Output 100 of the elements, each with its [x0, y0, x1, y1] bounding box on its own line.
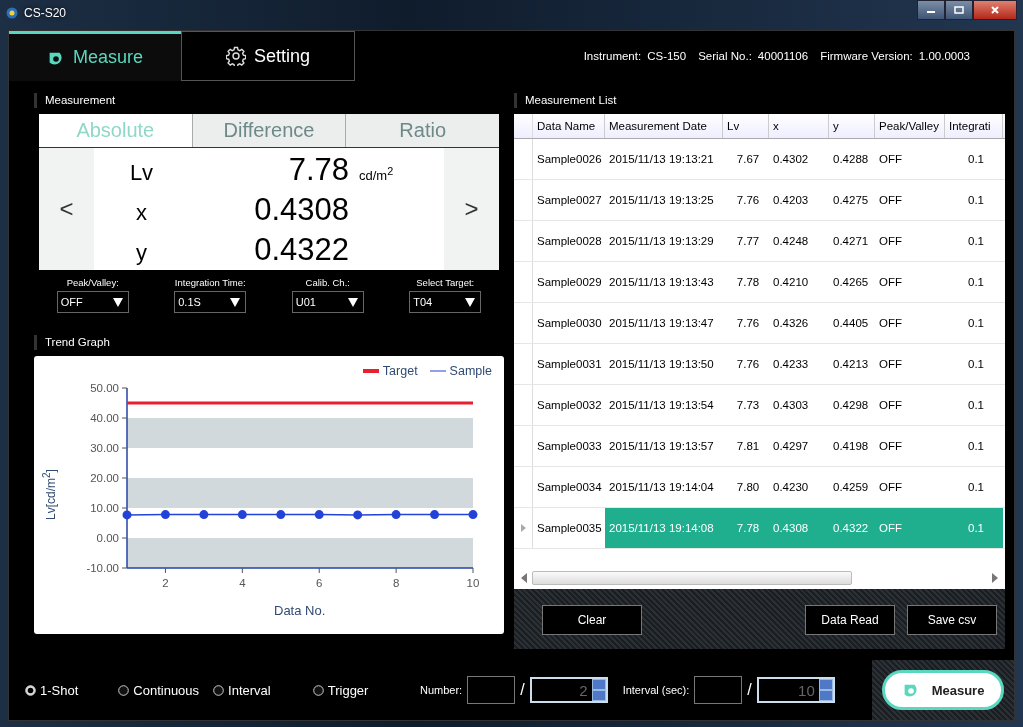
dropdown[interactable]: U01 — [291, 291, 364, 313]
close-icon — [990, 6, 1000, 14]
table-cell-text: Sample0026 — [536, 152, 603, 167]
data-point — [468, 510, 478, 520]
section-title: Measurement List — [514, 93, 617, 108]
number-spinner[interactable]: 10 — [756, 677, 835, 703]
table-cell-text: 0.1 — [967, 193, 985, 208]
table-cell: 7.78 — [723, 508, 769, 548]
x-tick-label: 2 — [162, 577, 169, 589]
scroll-right-icon[interactable] — [991, 573, 999, 583]
table-cell-text: OFF — [878, 234, 903, 249]
table-cell-text: OFF — [878, 275, 903, 290]
table-cell-text: OFF — [878, 193, 903, 208]
maximize-button[interactable] — [945, 0, 973, 20]
close-button[interactable] — [973, 0, 1017, 20]
table-cell-text: Sample0031 — [536, 357, 603, 372]
y-tick-label: -10.00 — [86, 562, 119, 574]
table-cell-text: 0.1 — [967, 152, 985, 167]
action-button[interactable]: Data Read — [805, 605, 895, 635]
legend-label: Sample — [449, 364, 492, 378]
column-header[interactable]: Measurement Date — [605, 114, 723, 138]
radio-option[interactable]: 1-Shot — [25, 682, 79, 698]
caret-icon — [230, 297, 241, 307]
table-cell-text: 2015/11/13 19:13:54 — [608, 398, 715, 413]
minimize-button[interactable] — [917, 0, 945, 20]
table-cell-text: 7.80 — [735, 480, 761, 495]
y-tick-label: 20.00 — [90, 472, 119, 484]
scroll-left-icon[interactable] — [520, 573, 528, 583]
number-spinner[interactable]: 2 — [529, 677, 608, 703]
data-point — [122, 510, 132, 520]
table-cell-text: 2015/11/13 19:13:25 — [608, 193, 715, 208]
field-label: Interval (sec): — [622, 684, 690, 696]
table-cell-text: 0.4326 — [772, 316, 810, 331]
info-value: 40001106 — [757, 50, 809, 62]
unit-label: cd/m$^{2}$ — [359, 168, 394, 183]
table-cell-text: OFF — [878, 480, 903, 495]
radio-option[interactable]: Trigger — [312, 682, 369, 698]
info-value: 1.00.0003 — [918, 50, 970, 62]
table-cell-text: OFF — [878, 152, 903, 167]
dropdown[interactable]: 0.1S — [174, 291, 247, 313]
table-cell-text: 0.4203 — [772, 193, 810, 208]
table-cell-text: 0.4210 — [772, 275, 810, 290]
table-cell-text: 0.1 — [967, 234, 985, 249]
row-pointer-icon — [520, 524, 526, 532]
radio-option[interactable]: Interval — [213, 682, 271, 698]
table-cell-text: 7.76 — [735, 357, 761, 372]
measure-button[interactable]: Measure — [882, 670, 1004, 710]
table-cell-text: 0.1 — [967, 316, 985, 331]
x-tick-label: 10 — [466, 577, 480, 589]
table-cell-text: 0.4265 — [832, 275, 870, 290]
input-field[interactable] — [467, 676, 516, 704]
column-header[interactable]: Integrati — [945, 114, 1003, 138]
y-tick-label: 10.00 — [90, 502, 119, 514]
column-header[interactable]: Peak/Valley — [875, 114, 945, 138]
info-label: Firmware Version: — [820, 50, 913, 62]
separator-label: / — [747, 681, 752, 699]
section-title: Trend Graph — [34, 335, 110, 350]
column-header[interactable]: Data Name — [533, 114, 605, 138]
setting-label: Calib. Ch.: — [305, 277, 350, 288]
radio-option[interactable]: Continuous — [118, 682, 200, 698]
caret-icon — [112, 297, 123, 307]
value-reading: 7.78 — [287, 152, 349, 188]
column-header[interactable]: y — [829, 114, 875, 138]
table-cell-text: 2015/11/13 19:13:47 — [608, 316, 715, 331]
input-field[interactable] — [694, 676, 743, 704]
table-cell-text: Sample0034 — [536, 480, 603, 495]
maximize-icon — [954, 6, 964, 14]
data-point — [430, 510, 440, 520]
setting-label: Integration Time: — [174, 277, 246, 288]
dropdown[interactable]: T04 — [409, 291, 482, 313]
action-button[interactable]: Save csv — [907, 605, 997, 635]
action-button[interactable]: Clear — [542, 605, 642, 635]
previous-button[interactable]: < — [39, 148, 94, 270]
column-header[interactable]: Lv — [723, 114, 769, 138]
table-cell-text: 0.4298 — [832, 398, 870, 413]
settings-icon — [225, 46, 246, 66]
x-tick-label: 4 — [239, 577, 246, 589]
table-cell-text: 2015/11/13 19:13:21 — [608, 152, 715, 167]
table-cell-text: 7.81 — [735, 439, 761, 454]
next-button[interactable]: > — [444, 148, 499, 270]
data-point — [314, 510, 324, 520]
table-cell-text: 7.73 — [735, 398, 761, 413]
x-tick-label: 8 — [392, 577, 400, 589]
table-cell-text: 0.4230 — [772, 480, 810, 495]
table-cell-text: 0.4288 — [832, 152, 870, 167]
table-cell-text: 0.4303 — [772, 398, 810, 413]
app-icon — [6, 7, 18, 19]
section-title: Measurement — [34, 93, 116, 108]
column-header[interactable]: x — [769, 114, 829, 138]
scrollbar-thumb[interactable] — [532, 571, 852, 585]
setting-label: Select Target: — [416, 277, 475, 288]
data-point — [353, 510, 363, 520]
dropdown[interactable]: OFF — [56, 291, 129, 313]
table-cell-text: 7.77 — [735, 234, 761, 249]
data-point — [199, 510, 209, 520]
value-label: x — [135, 200, 148, 226]
info-label: Instrument: — [583, 50, 642, 62]
table-cell-text: OFF — [878, 316, 903, 331]
tab[interactable]: Setting — [181, 31, 355, 81]
tab[interactable]: Measure — [9, 31, 181, 81]
